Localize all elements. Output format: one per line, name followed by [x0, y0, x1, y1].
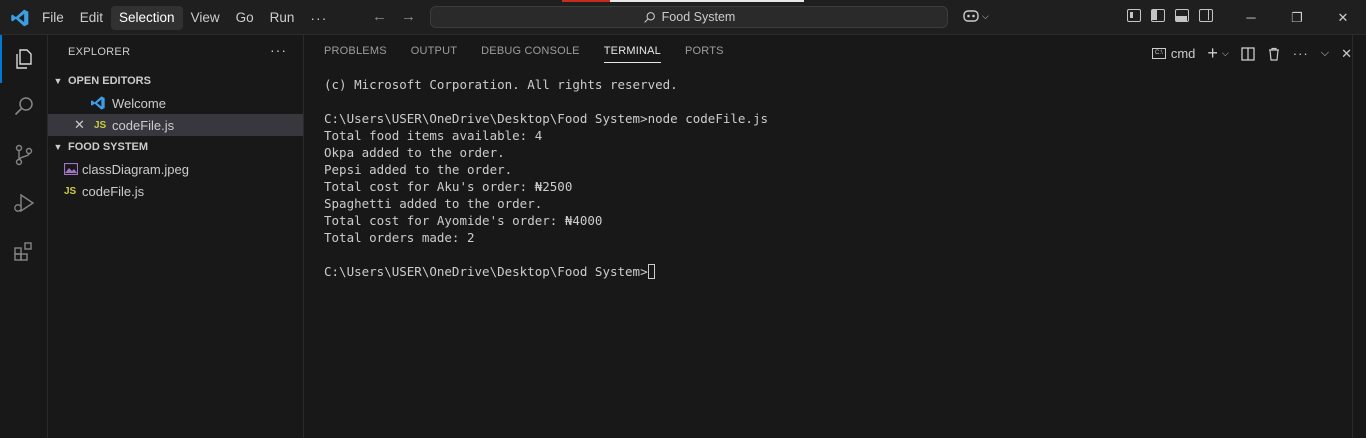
- menu-run[interactable]: Run: [262, 6, 303, 30]
- explorer-more-actions-icon[interactable]: ···: [270, 42, 287, 58]
- terminal-line: (c) Microsoft Corporation. All rights re…: [324, 77, 678, 92]
- back-arrow-icon[interactable]: ←: [372, 8, 387, 25]
- progress-indicator-white: [610, 0, 804, 2]
- progress-indicator-red: [562, 0, 610, 2]
- tab-debug-console[interactable]: DEBUG CONSOLE: [481, 45, 580, 63]
- image-file-icon: [64, 163, 78, 175]
- open-editors-section[interactable]: ▼ OPEN EDITORS: [48, 70, 303, 92]
- toggle-panel-icon[interactable]: [1175, 9, 1189, 22]
- terminal-prompt: C:\Users\USER\OneDrive\Desktop\Food Syst…: [324, 264, 648, 279]
- tab-terminal[interactable]: TERMINAL: [603, 45, 661, 63]
- open-editor-label: Welcome: [112, 95, 166, 111]
- explorer-sidebar: EXPLORER ··· ▼ OPEN EDITORS Welcome ✕ JS…: [48, 35, 304, 438]
- terminal-line: Total cost for Ayomide's order: ₦4000: [324, 213, 603, 228]
- customize-layout-icon[interactable]: [1127, 9, 1141, 22]
- folder-title: FOOD SYSTEM: [68, 141, 149, 153]
- terminal-line: Total orders made: 2: [324, 230, 475, 245]
- terminal-cursor: [647, 264, 655, 279]
- tab-problems[interactable]: PROBLEMS: [324, 45, 387, 63]
- bottom-panel: PROBLEMS OUTPUT DEBUG CONSOLE TERMINAL P…: [304, 35, 1366, 438]
- file-classdiagram[interactable]: classDiagram.jpeg: [48, 158, 303, 180]
- chevron-down-icon: ▼: [53, 76, 63, 86]
- terminal-line: Total food items available: 4: [324, 128, 543, 143]
- close-window-icon[interactable]: ✕: [1320, 0, 1366, 35]
- more-actions-icon[interactable]: ···: [1293, 46, 1309, 61]
- chevron-down-icon: ⌵: [982, 10, 989, 21]
- run-debug-icon[interactable]: [0, 179, 48, 227]
- open-editors-title: OPEN EDITORS: [68, 75, 151, 87]
- menu-view[interactable]: View: [183, 6, 228, 30]
- terminal-icon: C:\: [1151, 48, 1166, 59]
- trash-icon[interactable]: [1267, 47, 1281, 61]
- file-codefile[interactable]: JS codeFile.js: [48, 180, 303, 202]
- js-file-icon: JS: [94, 119, 107, 131]
- navigation-arrows: ← →: [372, 8, 416, 25]
- menu-file[interactable]: File: [34, 6, 72, 30]
- forward-arrow-icon[interactable]: →: [401, 8, 416, 25]
- terminal-line: Pepsi added to the order.: [324, 162, 513, 177]
- copilot-icon: [963, 10, 979, 22]
- toggle-primary-sidebar-icon[interactable]: [1151, 9, 1165, 22]
- terminal-line: Okpa added to the order.: [324, 145, 505, 160]
- terminal-selector[interactable]: C:\ cmd: [1151, 46, 1196, 61]
- close-icon[interactable]: ✕: [74, 117, 90, 133]
- vscode-icon: [91, 96, 105, 110]
- window-controls: ─ ❐ ✕: [1228, 0, 1366, 35]
- extensions-icon[interactable]: [0, 227, 48, 275]
- layout-controls: [1127, 9, 1213, 22]
- search-icon[interactable]: [0, 83, 48, 131]
- menu-more-icon[interactable]: ···: [302, 6, 335, 30]
- js-file-icon: JS: [64, 185, 77, 197]
- activity-bar: [0, 35, 48, 438]
- terminal-prompt-line: C:\Users\USER\OneDrive\Desktop\Food Syst…: [324, 263, 768, 280]
- search-icon: [643, 11, 655, 23]
- open-editor-codefile[interactable]: ✕ JS codeFile.js: [48, 114, 303, 136]
- maximize-panel-chevron-icon[interactable]: ⌵: [1321, 47, 1329, 60]
- panel-tabs: PROBLEMS OUTPUT DEBUG CONSOLE TERMINAL P…: [324, 45, 724, 63]
- terminal-scrollbar[interactable]: [1352, 35, 1366, 438]
- menu-selection[interactable]: Selection: [111, 6, 183, 30]
- copilot-button[interactable]: ⌵: [962, 8, 989, 24]
- restore-icon[interactable]: ❐: [1274, 0, 1320, 35]
- terminal-line: C:\Users\USER\OneDrive\Desktop\Food Syst…: [324, 111, 769, 126]
- open-editor-welcome[interactable]: Welcome: [48, 92, 303, 114]
- new-terminal-plus-icon[interactable]: +: [1207, 43, 1218, 64]
- terminal-line: Total cost for Aku's order: ₦2500: [324, 179, 573, 194]
- panel-actions: C:\ cmd + ⌵ ··· ⌵ ✕: [1151, 43, 1352, 64]
- menu-go[interactable]: Go: [228, 6, 262, 30]
- vscode-logo-icon: [11, 9, 29, 27]
- minimize-icon[interactable]: ─: [1228, 0, 1274, 35]
- tab-output[interactable]: OUTPUT: [411, 45, 457, 63]
- menu-edit[interactable]: Edit: [72, 6, 111, 30]
- title-bar: File Edit Selection View Go Run ··· ← → …: [0, 0, 1366, 35]
- terminal-output[interactable]: (c) Microsoft Corporation. All rights re…: [324, 76, 768, 280]
- food-system-folder-section[interactable]: ▼ FOOD SYSTEM: [48, 136, 303, 158]
- open-editor-label: codeFile.js: [112, 117, 175, 133]
- explorer-title: EXPLORER: [68, 46, 131, 58]
- terminal-line: Spaghetti added to the order.: [324, 196, 543, 211]
- split-terminal-icon[interactable]: [1241, 46, 1255, 61]
- command-center-label: Food System: [661, 10, 736, 24]
- close-panel-icon[interactable]: ✕: [1341, 46, 1352, 62]
- command-center-search[interactable]: Food System: [430, 6, 948, 28]
- source-control-icon[interactable]: [0, 131, 48, 179]
- file-label: classDiagram.jpeg: [82, 161, 189, 177]
- chevron-down-icon[interactable]: ⌵: [1222, 48, 1229, 59]
- explorer-icon[interactable]: [0, 35, 48, 83]
- terminal-name: cmd: [1170, 46, 1196, 61]
- chevron-down-icon: ▼: [53, 142, 63, 152]
- menu-bar: File Edit Selection View Go Run ···: [34, 6, 335, 30]
- file-label: codeFile.js: [82, 183, 145, 199]
- tab-ports[interactable]: PORTS: [685, 45, 724, 63]
- toggle-secondary-sidebar-icon[interactable]: [1199, 9, 1213, 22]
